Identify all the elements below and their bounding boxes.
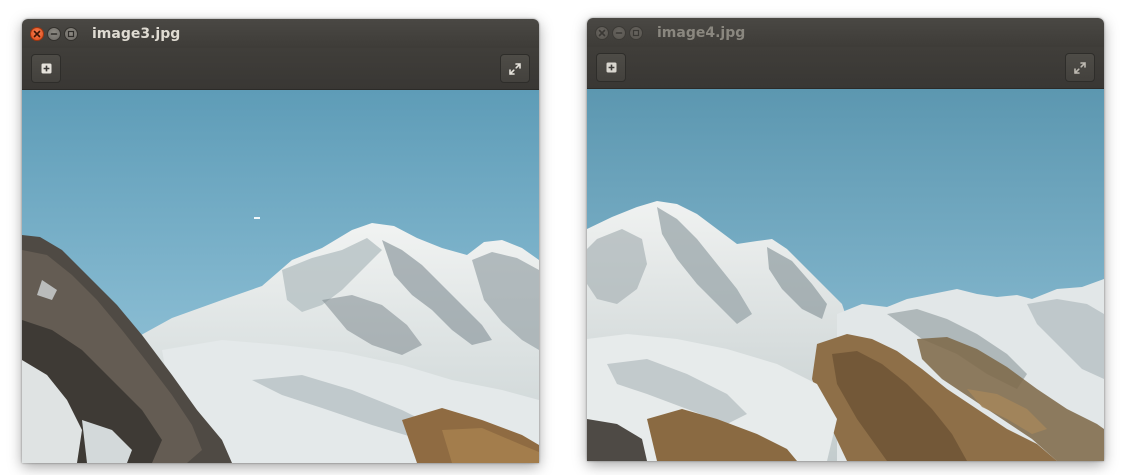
fullscreen-icon: [508, 62, 522, 76]
maximize-icon[interactable]: [64, 26, 78, 41]
add-image-button[interactable]: [596, 53, 626, 82]
window-titlebar[interactable]: image3.jpg: [22, 19, 539, 48]
close-icon[interactable]: [30, 26, 44, 41]
fullscreen-icon: [1073, 61, 1087, 75]
window-controls: [595, 25, 643, 40]
window-controls: [30, 26, 78, 41]
window-title: image3.jpg: [92, 25, 181, 42]
window-titlebar[interactable]: image4.jpg: [587, 18, 1104, 47]
viewer-toolbar: [22, 48, 539, 90]
image-viewer-window-2: image4.jpg: [587, 18, 1104, 461]
mountain-photo: [22, 90, 539, 463]
window-title: image4.jpg: [657, 24, 746, 41]
mountain-photo: [587, 89, 1104, 461]
minimize-icon[interactable]: [612, 25, 626, 40]
maximize-icon[interactable]: [629, 25, 643, 40]
image-viewer-window-1: image3.jpg: [22, 19, 539, 463]
plus-icon: [606, 62, 617, 73]
close-icon[interactable]: [595, 25, 609, 40]
plus-icon: [41, 63, 52, 74]
fullscreen-button[interactable]: [500, 54, 530, 83]
add-image-button[interactable]: [31, 54, 61, 83]
displayed-image[interactable]: [22, 90, 539, 463]
minimize-icon[interactable]: [47, 26, 61, 41]
fullscreen-button[interactable]: [1065, 53, 1095, 82]
displayed-image[interactable]: [587, 89, 1104, 461]
viewer-toolbar: [587, 47, 1104, 89]
